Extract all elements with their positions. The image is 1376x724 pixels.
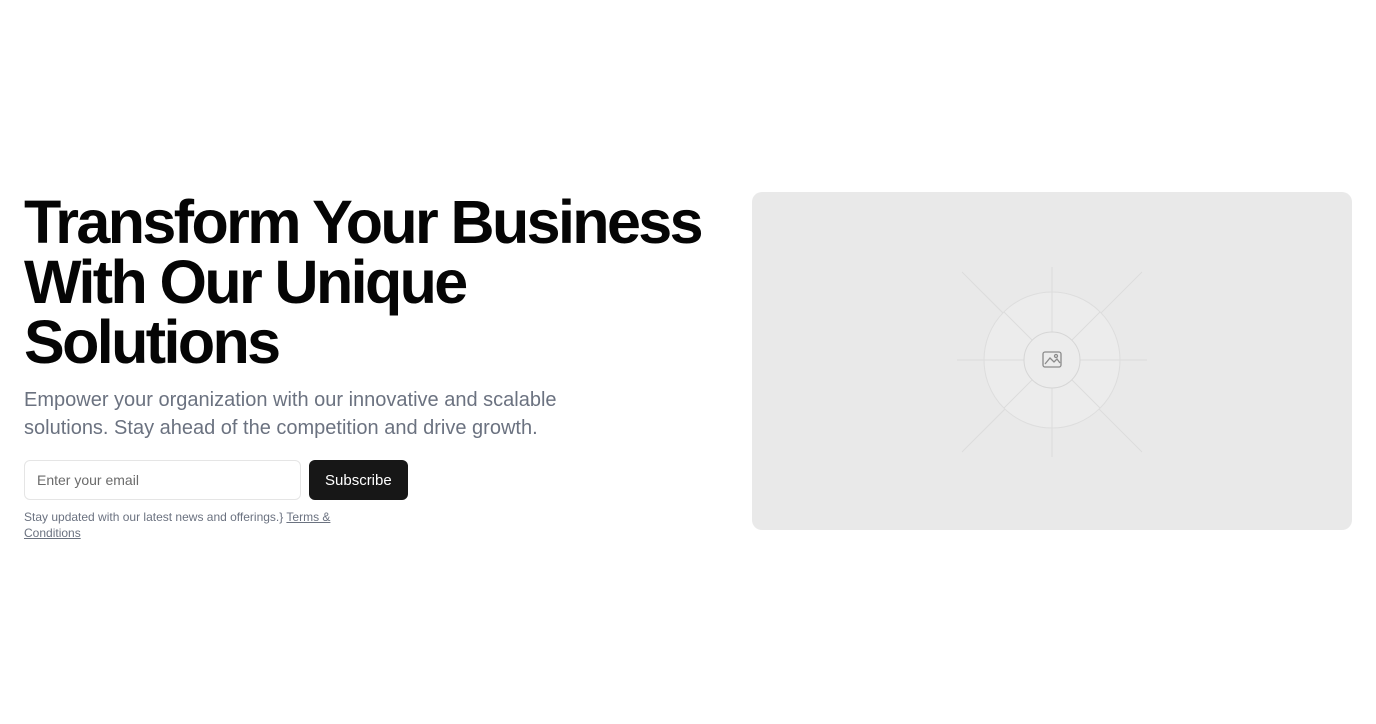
placeholder-graphic — [957, 267, 1147, 457]
headline-line-2: With Our Unique — [24, 248, 468, 316]
fineprint: Stay updated with our latest news and of… — [24, 509, 364, 541]
hero-subtext: Empower your organization with our innov… — [24, 389, 557, 439]
headline-line-3: Solutions — [24, 308, 281, 376]
hero-section: Transform Your Business With Our Unique … — [0, 0, 1376, 724]
email-input[interactable] — [24, 460, 301, 500]
subscribe-form: Subscribe — [24, 460, 714, 500]
subscribe-button[interactable]: Subscribe — [309, 460, 408, 500]
fineprint-text: Stay updated with our latest news and of… — [24, 510, 284, 524]
hero-headline: Transform Your Business With Our Unique … — [24, 188, 714, 376]
hero-content: Transform Your Business With Our Unique … — [24, 192, 714, 541]
image-placeholder — [752, 192, 1352, 530]
headline-line-1: Transform Your Business — [24, 188, 704, 256]
